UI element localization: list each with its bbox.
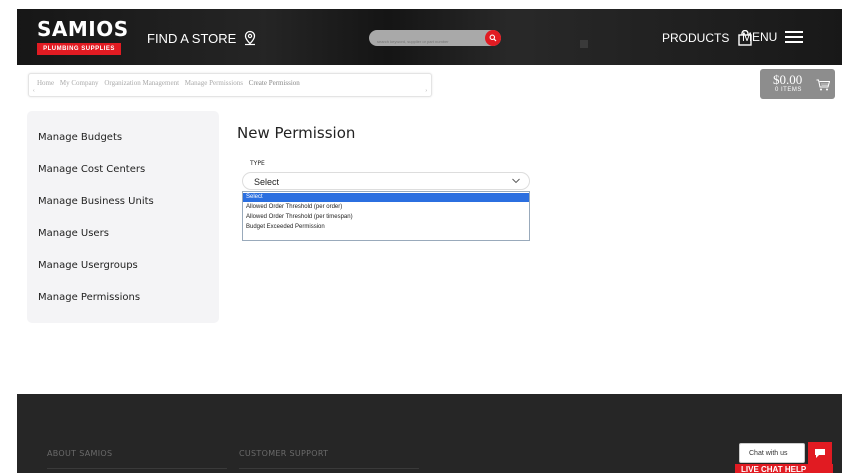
sidebar-item-manage-business-units[interactable]: Manage Business Units (38, 196, 154, 207)
sidebar-item-manage-permissions[interactable]: Manage Permissions (38, 292, 140, 303)
breadcrumb: Home My Company Organization Management … (28, 73, 432, 97)
footer-support-heading: CUSTOMER SUPPORT (239, 449, 329, 458)
type-field-label: TYPE (250, 160, 265, 167)
search-bar (369, 30, 501, 50)
cart-icon (816, 79, 830, 91)
type-select[interactable]: Select (242, 172, 530, 190)
sidebar-item-manage-budgets[interactable]: Manage Budgets (38, 132, 122, 143)
type-dropdown-list: Select Allowed Order Threshold (per orde… (242, 191, 530, 241)
header-decoration (580, 40, 588, 48)
page-title: New Permission (237, 124, 356, 142)
breadcrumb-scroll-right-icon[interactable]: › (425, 88, 427, 94)
breadcrumb-item-create-permission: Create Permission (248, 79, 300, 87)
sidebar-item-manage-cost-centers[interactable]: Manage Cost Centers (38, 164, 145, 175)
breadcrumb-item-organization-management[interactable]: Organization Management (104, 79, 179, 87)
footer-divider (239, 468, 419, 469)
logo-subtitle: PLUMBING SUPPLIES (37, 43, 121, 55)
mini-cart[interactable]: $0.00 0 ITEMS (760, 69, 835, 99)
find-store-label: FIND A STORE (147, 30, 237, 46)
find-store-link[interactable]: FIND A STORE (147, 30, 258, 46)
site-header: SAMIOS PLUMBING SUPPLIES FIND A STORE PR… (17, 9, 842, 65)
breadcrumb-trail: Home My Company Organization Management … (37, 79, 304, 87)
chat-open-button[interactable] (808, 442, 832, 464)
type-option-order-threshold-per-order[interactable]: Allowed Order Threshold (per order) (243, 203, 529, 212)
footer-about-heading: ABOUT SAMIOS (47, 449, 113, 458)
logo[interactable]: SAMIOS PLUMBING SUPPLIES (37, 17, 129, 57)
cart-total: $0.00 (773, 72, 803, 87)
cart-item-count: 0 ITEMS (775, 87, 802, 93)
type-option-select[interactable]: Select (243, 193, 529, 202)
search-icon (489, 34, 497, 42)
site-footer: ABOUT SAMIOS CUSTOMER SUPPORT (17, 394, 842, 473)
type-option-order-threshold-per-timespan[interactable]: Allowed Order Threshold (per timespan) (243, 213, 529, 222)
location-pin-icon (245, 30, 256, 46)
breadcrumb-item-my-company[interactable]: My Company (60, 79, 99, 87)
breadcrumb-scroll-left-icon[interactable]: ‹ (33, 88, 35, 94)
type-option-budget-exceeded[interactable]: Budget Exceeded Permission (243, 223, 529, 232)
sidebar-item-manage-usergroups[interactable]: Manage Usergroups (38, 260, 138, 271)
breadcrumb-item-manage-permissions[interactable]: Manage Permissions (185, 79, 243, 87)
footer-divider (47, 468, 227, 469)
hamburger-menu-icon (785, 31, 804, 43)
sidebar-item-manage-users[interactable]: Manage Users (38, 228, 109, 239)
menu-label: MENU (742, 30, 778, 44)
main-menu[interactable]: MENU (742, 30, 804, 44)
chat-icon (815, 448, 825, 458)
chat-bubble[interactable]: Chat with us (739, 443, 805, 463)
live-chat-help-tab[interactable]: LIVE CHAT HELP (735, 464, 833, 473)
sidebar-nav: Manage Budgets Manage Cost Centers Manag… (27, 111, 219, 323)
products-label: PRODUCTS (662, 31, 730, 45)
search-input[interactable] (369, 33, 481, 50)
type-select-value: Select (254, 177, 280, 187)
search-button[interactable] (485, 30, 501, 46)
breadcrumb-item-home[interactable]: Home (37, 79, 54, 87)
chevron-down-icon (512, 178, 520, 184)
logo-text: SAMIOS (37, 17, 129, 41)
products-menu[interactable]: PRODUCTS (662, 30, 753, 46)
